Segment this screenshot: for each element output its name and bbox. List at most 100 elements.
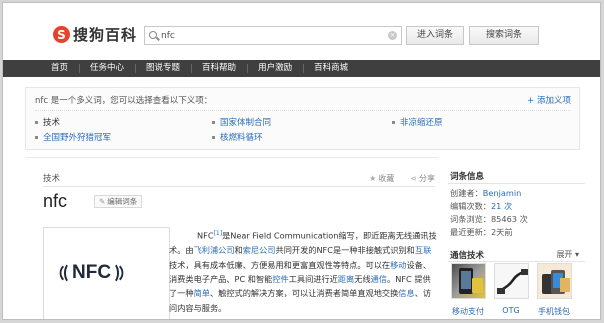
meaning-label: 国家体制合同 [220,118,272,128]
entry-category: 技术 [43,174,61,184]
bullet-icon [392,121,395,124]
search-icon [149,31,157,39]
inline-link[interactable]: 索尼公司 [243,245,276,255]
expand-label: 展开 [556,250,573,259]
related-caption[interactable]: 移动支付 [448,306,488,317]
collect-label: 收藏 [378,174,395,183]
nav-item-home[interactable]: 首页 [40,60,79,77]
search-box[interactable]: × [144,26,402,45]
share-label: 分享 [419,174,435,183]
edit-count-link[interactable]: 21 次 [491,201,512,211]
clear-icon[interactable]: × [388,31,397,40]
site-header: S 搜狗百科 × 进入词条 搜索词条 [3,3,600,59]
nfc-logo-image: NFC [56,262,127,284]
entry-image[interactable]: NFC [43,227,170,319]
edit-entry-label: 编辑词条 [107,197,138,206]
info-label: 最近更新： [450,227,491,237]
search-entry-button[interactable]: 搜索词条 [469,26,539,45]
summary-text: 工具间进行近 [288,273,338,284]
related-thumb-otg[interactable] [494,263,529,299]
inline-link[interactable]: 互联 [415,245,431,255]
cable-image [497,269,528,294]
info-label: 创建者： [450,188,483,198]
meaning-label: 全国野外狩猎冠军 [43,133,112,143]
nav-item-rewards[interactable]: 用户激励 [247,60,303,77]
views-value: 85463 次 [490,214,528,224]
disambiguation-panel: nfc 是一个多义词，您可以选择查看以下义项： + 添加义项 技术 国家体制合同… [25,87,580,150]
meaning-item-current: 技术 [35,116,60,128]
entry-summary: NFC[1]是Near Field Communication缩写，即近距离无线… [169,227,437,315]
chevron-down-icon: ▾ [574,250,579,259]
site-logo[interactable]: S 搜狗百科 [53,24,137,45]
entry-info-title: 词条信息 [450,172,485,182]
nfc-right-waves-icon [102,262,127,284]
info-label: 词条浏览： [450,214,491,224]
inline-link[interactable]: 飞利浦公司 [194,245,235,255]
bullet-icon [212,121,215,124]
updated-value: 2天前 [490,227,513,237]
inline-link[interactable]: 信息 [398,288,414,298]
edit-entry-button[interactable]: ✎ 编辑词条 [94,195,143,208]
meaning-item[interactable]: 国家体制合同 [212,116,271,128]
enter-entry-button[interactable]: 进入词条 [406,26,464,45]
expand-button[interactable]: 展开 ▾ [556,249,579,260]
meaning-item[interactable]: 全国野外狩猎冠军 [35,131,111,143]
info-creator: 创建者：Benjamin [450,187,521,199]
divider [448,183,585,184]
sogou-logo-icon: S [53,26,70,43]
related-caption[interactable]: OTG [491,306,531,315]
meaning-label: 核燃料循环 [220,133,263,143]
summary-text: 无线 [354,273,371,284]
main-nav: 首页 任务中心 图说专题 百科帮助 用户激励 百科商城 [3,60,600,77]
meaning-label: 非凉缩还原 [400,118,443,128]
nav-item-mall[interactable]: 百科商城 [303,60,359,77]
browser-frame: S 搜狗百科 × 进入词条 搜索词条 首页 任务中心 图说专题 百科帮助 用户激… [2,2,601,320]
bullet-icon [212,136,215,139]
summary-text: 技术，具有成本低廉、方便易用和更富直观性等特点。可以在 [169,259,391,270]
page-title: nfc [43,191,68,211]
related-thumb-mobile-pay[interactable] [451,263,486,299]
inline-link[interactable]: 移动 [390,260,406,270]
related-thumb-mobile-wallet[interactable] [537,263,572,299]
add-meaning-link[interactable]: + 添加义项 [527,94,571,106]
entry-actions: ★ 收藏 ⋖ 分享 [369,173,435,184]
summary-text: NFC [197,230,214,241]
disambiguation-title: nfc 是一个多义词，您可以选择查看以下义项： [35,96,213,106]
share-icon: ⋖ [410,174,417,183]
divider [448,261,585,262]
nav-item-help[interactable]: 百科帮助 [191,60,247,77]
entry-content: 技术 ★ 收藏 ⋖ 分享 nfc ✎ 编辑词条 NFC NFC[1]是Near Fie [25,157,439,319]
search-input[interactable] [161,30,381,42]
summary-text: 共同开发的NFC是一种非接触式识别和 [275,245,415,256]
nav-item-topics[interactable]: 图说专题 [135,60,191,77]
inline-link[interactable]: 简单 [194,288,210,298]
divider [43,186,435,187]
info-edit-count: 编辑次数：21 次 [450,200,512,212]
star-icon: ★ [369,174,377,183]
collect-button[interactable]: ★ 收藏 [369,173,394,184]
info-views: 词条浏览：85463 次 [450,213,528,225]
pencil-icon: ✎ [99,197,106,206]
summary-text: 和 [234,245,243,256]
inline-link[interactable]: 控件 [272,274,288,284]
wallet-image [542,270,570,294]
info-label: 编辑次数： [450,201,491,211]
related-caption[interactable]: 手机钱包 [534,306,574,317]
nav-item-tasks[interactable]: 任务中心 [79,60,135,77]
meaning-item[interactable]: 核燃料循环 [212,131,263,143]
meaning-item[interactable]: 非凉缩还原 [392,116,443,128]
share-button[interactable]: ⋖ 分享 [410,173,435,184]
bullet-icon [35,121,38,124]
info-updated: 最近更新：2天前 [450,226,513,238]
creator-link[interactable]: Benjamin [483,188,522,198]
summary-text: 、触控式的解决方案，可以让消费者简单直观地交换 [209,288,399,299]
related-title: 通信技术 [450,251,485,261]
meaning-label: 技术 [43,118,61,128]
nfc-left-waves-icon [56,262,70,284]
inline-link[interactable]: 距离 [338,274,354,284]
sidebar: 词条信息 创建者：Benjamin 编辑次数：21 次 词条浏览：85463 次… [441,157,591,319]
citation-link[interactable]: [1] [214,230,223,237]
inline-link[interactable]: 通信 [371,274,387,284]
logo-text: 搜狗百科 [73,26,138,44]
bullet-icon [35,136,38,139]
